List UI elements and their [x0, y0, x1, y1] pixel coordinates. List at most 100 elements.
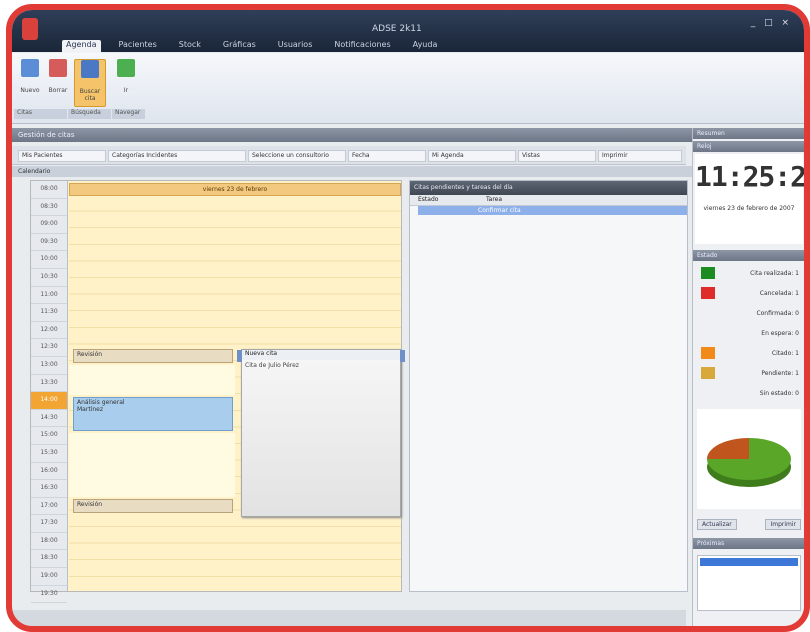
time-slot-label: 18:30 — [31, 550, 67, 569]
status-legend: Cita realizada: 1 Cancelada: 1 Confirmada:… — [693, 263, 804, 403]
filter-categories[interactable]: Categorías Incidentes — [108, 150, 246, 162]
tab-agenda[interactable]: Agenda — [62, 40, 101, 53]
legend-item: Cita realizada: 1 — [693, 263, 804, 283]
time-slot-label: 09:30 — [31, 234, 67, 252]
appointment-detail: Martínez — [77, 406, 103, 413]
legend-item: Pendiente: 1 — [693, 363, 804, 383]
filter-date[interactable]: Fecha — [348, 150, 426, 162]
legend-swatch — [701, 307, 715, 319]
tab-graficas[interactable]: Gráficas — [219, 40, 260, 53]
filter-views[interactable]: Vistas — [518, 150, 596, 162]
legend-swatch — [701, 367, 715, 379]
appointment-title: Revisión — [77, 351, 103, 358]
time-slot-label: 14:00 — [31, 392, 67, 410]
right-panel-header: Resumen — [693, 128, 804, 139]
time-slot-label: 16:30 — [31, 480, 67, 498]
search-icon — [81, 60, 99, 78]
pie-svg — [707, 438, 791, 487]
delete-button[interactable]: Borrar — [46, 59, 70, 105]
time-slot-label: 08:00 — [31, 181, 67, 199]
refresh-button[interactable]: Actualizar — [697, 519, 737, 530]
search-appointment-button[interactable]: Buscar cita — [74, 59, 106, 107]
status-pie-chart — [697, 409, 801, 509]
new-button[interactable]: Nuevo — [18, 59, 42, 105]
popup-detail: Cita de Julio Pérez — [245, 362, 299, 369]
app-logo-icon[interactable] — [22, 18, 38, 40]
tab-stock[interactable]: Stock — [175, 40, 205, 53]
legend-item: En espera: 0 — [693, 323, 804, 343]
time-slot-label: 11:30 — [31, 304, 67, 322]
filter-print[interactable]: Imprimir — [598, 150, 682, 162]
appointment[interactable]: Análisis general Martínez — [73, 397, 233, 431]
time-slot-label: 19:30 — [31, 586, 67, 604]
day-calendar[interactable]: 08:00 08:30 09:00 09:30 10:00 10:30 11:00 11:30… — [30, 180, 405, 604]
appointment-title: Análisis general — [77, 399, 125, 406]
tasks-columns: Estado Tarea — [410, 195, 687, 206]
upcoming-header: Próximas — [693, 538, 804, 549]
time-slot-label: 12:00 — [31, 322, 67, 340]
legend-swatch — [701, 267, 715, 279]
go-button[interactable]: Ir — [114, 59, 138, 105]
legend-item: Cancelada: 1 — [693, 283, 804, 303]
delete-icon — [49, 59, 67, 77]
popup-title: Nueva cita — [242, 350, 400, 360]
tab-pacientes[interactable]: Pacientes — [115, 40, 161, 53]
filter-my-agenda[interactable]: Mi Agenda — [428, 150, 516, 162]
time-slot-label: 16:00 — [31, 463, 67, 481]
right-panel-buttons: Actualizar Imprimir — [697, 519, 801, 530]
window-title: ADSE 2k11 — [372, 24, 422, 34]
legend-swatch — [701, 287, 715, 299]
ribbon-group-citas: Citas — [14, 109, 67, 119]
calendar-subbar: Calendario — [12, 166, 692, 177]
time-slot-label: 12:30 — [31, 339, 67, 357]
calendar-day-header: viernes 23 de febrero — [69, 183, 401, 196]
legend-item: Sin estado: 0 — [693, 383, 804, 403]
resize-handle[interactable] — [400, 350, 405, 362]
pie-slice — [707, 438, 749, 459]
time-slot-label: 17:00 — [31, 498, 67, 516]
legend-label: Citado: 1 — [771, 349, 799, 357]
legend-header: Estado — [693, 250, 804, 261]
upcoming-list[interactable] — [697, 555, 801, 611]
window-controls[interactable]: _ □ × — [751, 18, 792, 28]
legend-label: Confirmada: 0 — [756, 309, 799, 317]
filter-office[interactable]: Seleccione un consultorio — [248, 150, 346, 162]
print-button[interactable]: Imprimir — [765, 519, 801, 530]
app-window: ADSE 2k11 _ □ × Agenda Pacientes Stock G… — [6, 4, 810, 632]
tab-usuarios[interactable]: Usuarios — [274, 40, 317, 53]
column-header[interactable]: Estado — [410, 195, 478, 205]
time-slot-label: 11:00 — [31, 287, 67, 305]
ribbon-group-busqueda: Búsqueda — [68, 109, 111, 119]
column-header[interactable]: Tarea — [478, 195, 502, 205]
legend-swatch — [701, 347, 715, 359]
title-bar: ADSE 2k11 _ □ × Agenda Pacientes Stock G… — [12, 10, 804, 53]
legend-label: Sin estado: 0 — [759, 389, 799, 397]
appointment-popup[interactable]: Nueva cita Cita de Julio Pérez — [237, 349, 405, 517]
resize-handle[interactable] — [237, 350, 242, 362]
table-row[interactable]: Confirmar cita — [418, 206, 687, 215]
delete-label: Borrar — [48, 87, 68, 94]
right-panel: Resumen Reloj 11:25:20 viernes 23 de feb… — [692, 128, 804, 626]
time-slot-label: 15:00 — [31, 427, 67, 445]
ribbon: Nuevo Borrar Buscar cita Ir Citas Búsque… — [12, 53, 804, 124]
filter-bar: Mis Pacientes Categorías Incidentes Sele… — [12, 146, 686, 165]
time-slot-label: 09:00 — [31, 216, 67, 234]
clock-widget: 11:25:20 viernes 23 de febrero de 2007 — [695, 154, 804, 244]
go-label: Ir — [123, 87, 129, 94]
clock-header: Reloj — [693, 141, 804, 152]
appointment[interactable]: Revisión — [73, 349, 233, 363]
list-item[interactable] — [700, 558, 798, 566]
search-label: Buscar cita — [79, 88, 101, 102]
appointment[interactable]: Revisión — [73, 499, 233, 513]
tasks-panel: Citas pendientes y tareas del día Estado… — [409, 180, 688, 592]
section-title: Gestión de citas — [12, 128, 692, 142]
time-slot-label: 08:30 — [31, 199, 67, 217]
legend-item: Citado: 1 — [693, 343, 804, 363]
tab-notificaciones[interactable]: Notificaciones — [330, 40, 394, 53]
legend-label: Cancelada: 1 — [759, 289, 799, 297]
filter-patients[interactable]: Mis Pacientes — [18, 150, 106, 162]
time-slot-label: 17:30 — [31, 515, 67, 533]
tab-ayuda[interactable]: Ayuda — [409, 40, 442, 53]
appointment-title: Revisión — [77, 501, 103, 508]
tasks-header: Citas pendientes y tareas del día — [410, 181, 687, 195]
